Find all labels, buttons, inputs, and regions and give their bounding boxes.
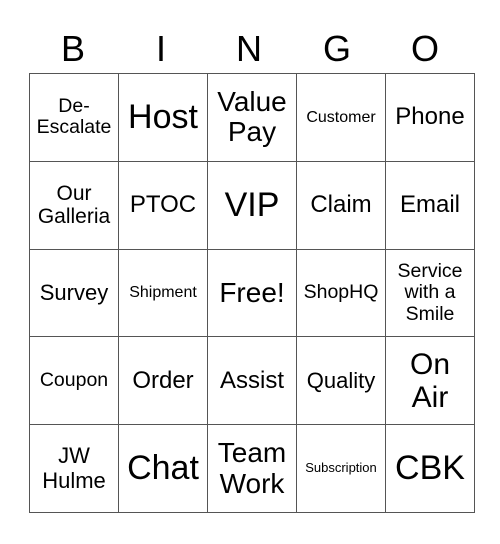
grid-row: Coupon Order Assist Quality On Air bbox=[29, 336, 475, 426]
header-letter-o: O bbox=[410, 28, 439, 69]
bingo-cell[interactable]: Email bbox=[385, 160, 475, 250]
bingo-cell[interactable]: De- Escalate bbox=[29, 73, 119, 162]
bingo-cell[interactable]: Assist bbox=[207, 336, 297, 426]
header-letter-g: G bbox=[322, 28, 351, 69]
bingo-cell[interactable]: Phone bbox=[385, 73, 475, 162]
bingo-cell[interactable]: Order bbox=[118, 336, 208, 426]
bingo-cell[interactable]: Free! bbox=[207, 248, 297, 338]
bingo-cell[interactable]: VIP bbox=[207, 160, 297, 250]
grid-row: De- Escalate Host Value Pay Customer Phone bbox=[29, 73, 475, 162]
bingo-cell[interactable]: Coupon bbox=[29, 336, 119, 426]
header-letter-b: B bbox=[60, 28, 85, 69]
bingo-cell[interactable]: Value Pay bbox=[207, 73, 297, 162]
bingo-cell[interactable]: PTOC bbox=[118, 160, 208, 250]
header-letter-n: N bbox=[236, 28, 262, 69]
bingo-cell[interactable]: Team Work bbox=[207, 424, 297, 513]
header-letter-i: I bbox=[155, 28, 166, 69]
bingo-cell[interactable]: Host bbox=[118, 73, 208, 162]
bingo-cell[interactable]: Subscription bbox=[296, 424, 386, 513]
bingo-cell[interactable]: Claim bbox=[296, 160, 386, 250]
bingo-cell[interactable]: CBK bbox=[385, 424, 475, 513]
bingo-cell[interactable]: Survey bbox=[29, 248, 119, 338]
bingo-cell[interactable]: Quality bbox=[296, 336, 386, 426]
grid-row: JW Hulme Chat Team Work Subscription CBK bbox=[29, 424, 475, 513]
bingo-cell[interactable]: Shipment bbox=[118, 248, 208, 338]
bingo-grid: De- Escalate Host Value Pay Customer Phone… bbox=[29, 73, 475, 513]
grid-row: Survey Shipment Free! ShopHQ Service with… bbox=[29, 248, 475, 338]
bingo-cell[interactable]: Our Galleria bbox=[29, 160, 119, 250]
bingo-cell[interactable]: On Air bbox=[385, 336, 475, 426]
bingo-cell[interactable]: Service with a Smile bbox=[385, 248, 475, 338]
bingo-cell[interactable]: Customer bbox=[296, 73, 386, 162]
bingo-cell[interactable]: ShopHQ bbox=[296, 248, 386, 338]
grid-row: Our Galleria PTOC VIP Claim Email bbox=[29, 160, 475, 250]
bingo-cell[interactable]: Chat bbox=[118, 424, 208, 513]
bingo-cell[interactable]: JW Hulme bbox=[29, 424, 119, 513]
bingo-header: B I N G O bbox=[29, 24, 469, 74]
